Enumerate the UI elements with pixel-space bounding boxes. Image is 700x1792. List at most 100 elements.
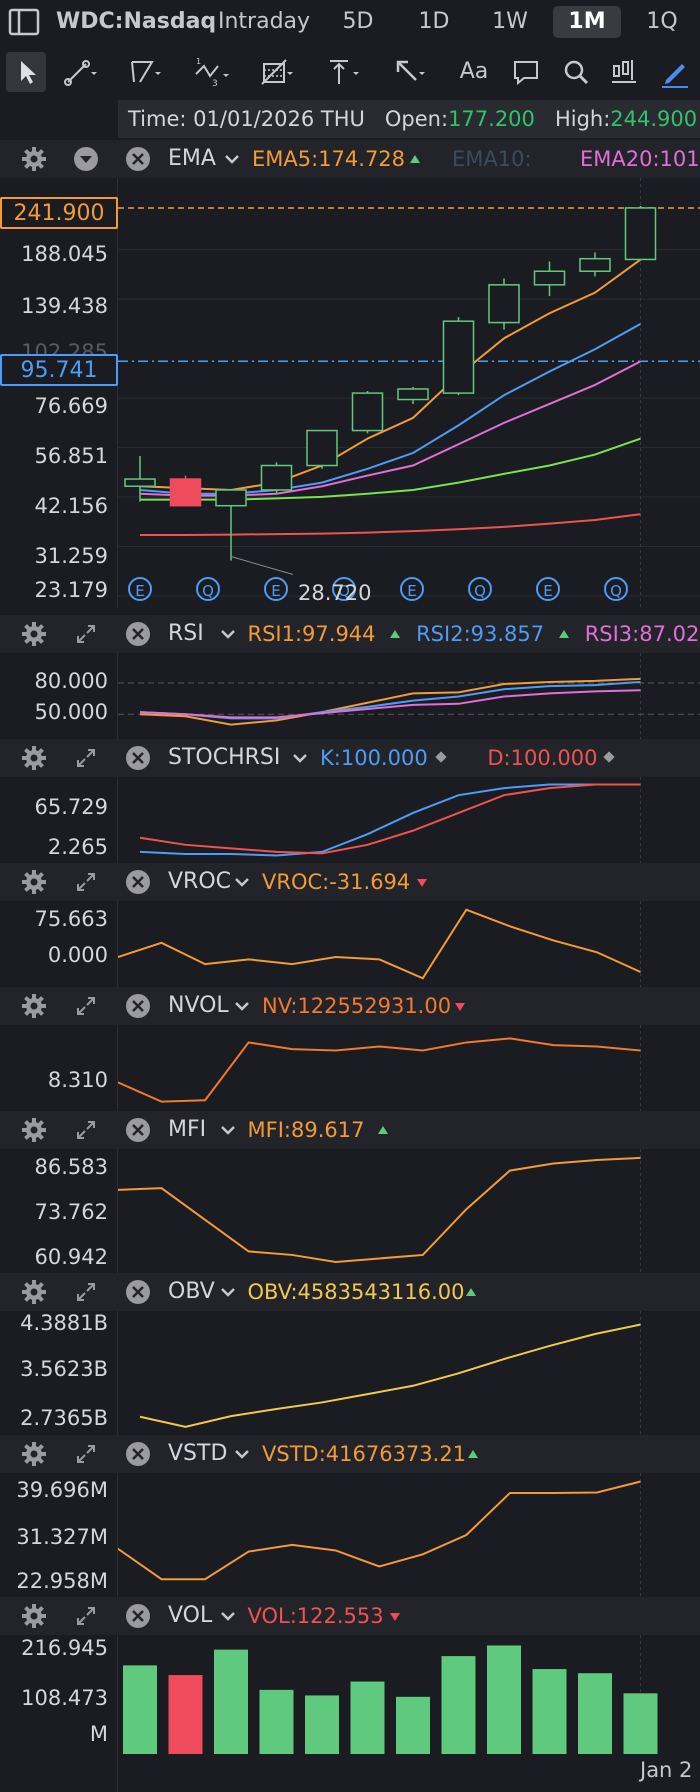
chevron-down-icon[interactable]: [232, 1440, 252, 1468]
expand-icon[interactable]: [72, 992, 100, 1020]
vroc-chart[interactable]: [118, 901, 700, 987]
obv-pane[interactable]: 4.3881B 3.5623B 2.7365B: [0, 1311, 700, 1435]
close-icon[interactable]: [124, 1278, 152, 1306]
tab-1q[interactable]: 1Q: [636, 6, 688, 38]
close-icon[interactable]: [124, 868, 152, 896]
tab-5d[interactable]: 5D: [332, 6, 384, 38]
candle[interactable]: [397, 386, 429, 404]
event-marker-earnings[interactable]: E: [128, 577, 152, 601]
gear-icon[interactable]: [20, 1440, 48, 1468]
layout-toggle-icon[interactable]: [8, 7, 40, 37]
close-icon[interactable]: [124, 744, 152, 772]
wave-tool-icon[interactable]: 31: [190, 52, 230, 92]
rsi-pane[interactable]: 80.000 50.000: [0, 653, 700, 739]
candle[interactable]: [624, 205, 657, 261]
indicator-name[interactable]: RSI: [168, 615, 204, 653]
candle[interactable]: [306, 429, 338, 469]
volume-bar[interactable]: [259, 1689, 294, 1754]
chevron-down-icon[interactable]: [222, 145, 242, 173]
obv-chart[interactable]: [118, 1311, 700, 1435]
expand-icon[interactable]: [72, 1440, 100, 1468]
stoch-pane[interactable]: 65.729 2.265: [0, 777, 700, 863]
tab-intraday[interactable]: Intraday: [218, 6, 310, 38]
indicator-name[interactable]: VROC: [168, 863, 231, 901]
gear-icon[interactable]: [20, 992, 48, 1020]
mfi-chart[interactable]: [118, 1149, 700, 1273]
collapse-dropdown-icon[interactable]: [72, 145, 100, 173]
volume-bar[interactable]: [123, 1665, 157, 1754]
indicator-name[interactable]: NVOL: [168, 987, 229, 1025]
close-icon[interactable]: [124, 992, 152, 1020]
search-icon[interactable]: [556, 52, 596, 92]
volume-bar[interactable]: [168, 1675, 203, 1754]
expand-icon[interactable]: [72, 620, 100, 648]
close-icon[interactable]: [124, 145, 152, 173]
gear-icon[interactable]: [20, 620, 48, 648]
pen-icon[interactable]: [654, 52, 694, 92]
indicator-name[interactable]: OBV: [168, 1273, 215, 1311]
cursor-icon[interactable]: [6, 52, 46, 92]
line-tool-icon[interactable]: [60, 52, 100, 92]
gear-icon[interactable]: [20, 145, 48, 173]
tab-1m[interactable]: 1M: [553, 6, 621, 38]
event-marker-earnings[interactable]: E: [264, 577, 288, 601]
volume-bar[interactable]: [441, 1656, 476, 1754]
event-marker-quarter[interactable]: Q: [196, 577, 220, 601]
chevron-down-icon[interactable]: [218, 1278, 238, 1306]
volume-bar[interactable]: [396, 1696, 430, 1754]
chevron-down-icon[interactable]: [218, 1116, 238, 1144]
nvol-pane[interactable]: 8.310: [0, 1025, 700, 1111]
indicator-name[interactable]: VSTD: [168, 1435, 227, 1473]
main-price-pane[interactable]: 188.045 139.438 102.285 76.669 56.851 42…: [0, 178, 700, 608]
candle[interactable]: [579, 252, 611, 277]
expand-icon[interactable]: [72, 1602, 100, 1630]
comment-icon[interactable]: [506, 52, 546, 92]
candle[interactable]: [442, 317, 475, 396]
stoch-chart[interactable]: [118, 777, 700, 863]
event-marker-quarter[interactable]: Q: [468, 577, 492, 601]
chevron-down-icon[interactable]: [232, 868, 252, 896]
indicator-icon[interactable]: [604, 52, 644, 92]
volume-bar[interactable]: [578, 1673, 612, 1754]
close-icon[interactable]: [124, 1116, 152, 1144]
indicator-name[interactable]: STOCHRSI: [168, 739, 280, 777]
arrow-tool-icon[interactable]: [388, 52, 428, 92]
chevron-down-icon[interactable]: [232, 992, 252, 1020]
indicator-name[interactable]: MFI: [168, 1111, 206, 1149]
vroc-pane[interactable]: 75.663 0.000: [0, 901, 700, 987]
candle[interactable]: [488, 278, 520, 330]
close-icon[interactable]: [124, 1602, 152, 1630]
symbol-label[interactable]: WDC:Nasdaq: [56, 6, 216, 38]
tab-1d[interactable]: 1D: [408, 6, 460, 38]
vol-chart[interactable]: [118, 1635, 700, 1754]
vstd-chart[interactable]: [118, 1473, 700, 1597]
fib-tool-icon[interactable]: [256, 52, 296, 92]
chevron-down-icon[interactable]: [290, 744, 310, 772]
chevron-down-icon[interactable]: [218, 620, 238, 648]
vstd-pane[interactable]: 39.696M 31.327M 22.958M: [0, 1473, 700, 1597]
close-icon[interactable]: [124, 620, 152, 648]
gear-icon[interactable]: [20, 1116, 48, 1144]
volume-bar[interactable]: [623, 1693, 658, 1754]
event-marker-quarter[interactable]: Q: [604, 577, 628, 601]
expand-icon[interactable]: [72, 1116, 100, 1144]
gear-icon[interactable]: [20, 868, 48, 896]
text-tool-icon[interactable]: Aa: [454, 52, 494, 92]
event-marker-earnings[interactable]: E: [400, 577, 424, 601]
tab-1w[interactable]: 1W: [484, 6, 536, 38]
candle[interactable]: [260, 462, 293, 494]
expand-icon[interactable]: [72, 744, 100, 772]
gear-icon[interactable]: [20, 1602, 48, 1630]
mfi-pane[interactable]: 86.583 73.762 60.942: [0, 1149, 700, 1273]
chevron-down-icon[interactable]: [218, 1602, 238, 1630]
volume-bar[interactable]: [305, 1695, 339, 1754]
volume-bar[interactable]: [350, 1681, 385, 1754]
volume-bar[interactable]: [487, 1645, 521, 1754]
nvol-chart[interactable]: [118, 1025, 700, 1111]
gear-icon[interactable]: [20, 744, 48, 772]
expand-icon[interactable]: [72, 868, 100, 896]
candle[interactable]: [215, 489, 247, 561]
candle[interactable]: [169, 475, 202, 507]
candle[interactable]: [533, 261, 566, 297]
candlestick-chart[interactable]: EQEQEQEQ: [118, 178, 700, 608]
